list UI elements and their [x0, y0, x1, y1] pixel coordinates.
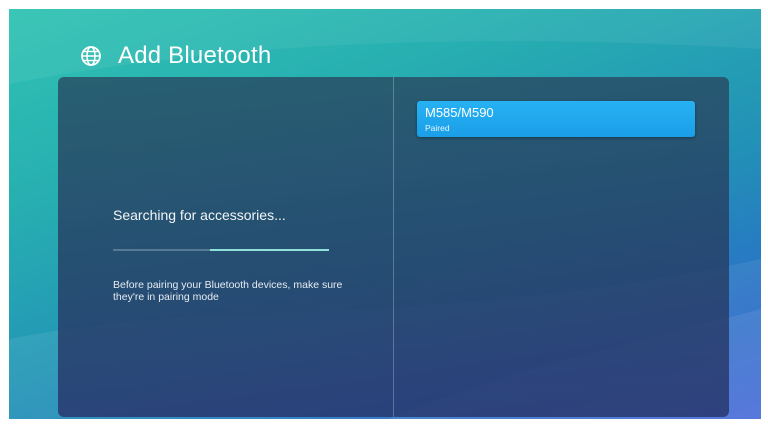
search-progress-fill — [210, 249, 329, 251]
device-name: M585/M590 — [425, 105, 494, 120]
panel-divider — [393, 77, 394, 417]
search-status: Searching for accessories... — [113, 207, 286, 223]
bluetooth-panel: Searching for accessories... Before pair… — [58, 77, 729, 417]
device-item-m585[interactable]: M585/M590 Paired — [417, 101, 695, 137]
globe-icon — [80, 45, 102, 67]
device-status: Paired — [425, 123, 450, 133]
page-title: Add Bluetooth — [118, 42, 272, 69]
pairing-hint: Before pairing your Bluetooth devices, m… — [113, 279, 343, 303]
bluetooth-screen: Add Bluetooth Searching for accessories.… — [9, 9, 761, 419]
search-progress-bar — [113, 249, 329, 251]
header: Add Bluetooth — [80, 39, 271, 73]
